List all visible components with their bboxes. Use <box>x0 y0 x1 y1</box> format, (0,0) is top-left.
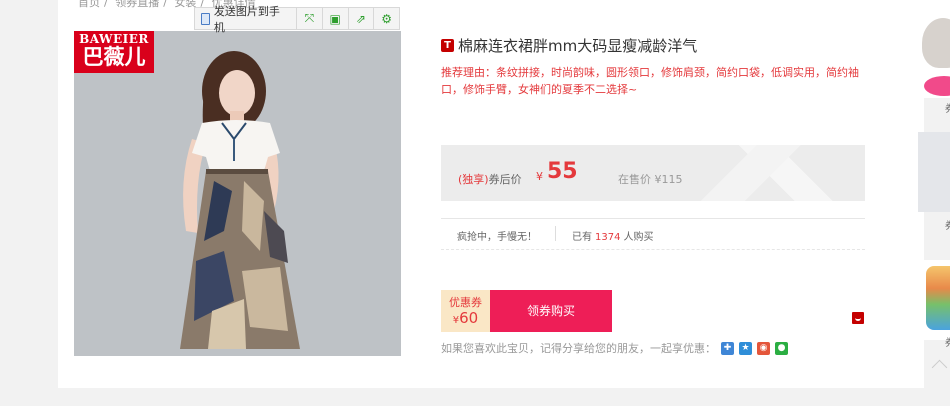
coupon-price: 55 <box>547 159 578 184</box>
breadcrumb-live[interactable]: 领券直播 <box>115 0 159 9</box>
brand-logo-cn: 巴薇儿 <box>82 45 146 69</box>
fullscreen-button[interactable]: ⤧ <box>297 8 323 29</box>
product-title[interactable]: T 棉麻连衣裙胖mm大码显瘦减龄洋气 <box>441 35 697 56</box>
fullscreen-icon: ⤧ <box>304 11 315 25</box>
bag-icon[interactable] <box>852 312 864 324</box>
tmall-badge-icon: T <box>441 39 454 52</box>
share-text: 如果您喜欢此宝贝，记得分享给您的朋友，一起享优惠： <box>441 342 716 355</box>
original-price: ¥115 <box>654 173 683 186</box>
sales-prefix: 已有 <box>572 232 592 243</box>
get-coupon-buy-button[interactable]: 领券购买 <box>490 290 612 332</box>
side-thumb-hat[interactable] <box>918 0 950 98</box>
product-title-text[interactable]: 棉麻连衣裙胖mm大码显瘦减龄洋气 <box>458 35 697 56</box>
tencent-weibo-icon[interactable]: ◉ <box>757 341 770 355</box>
coupon-value: 60 <box>459 309 479 327</box>
side-thumb-toy[interactable] <box>918 260 950 340</box>
recommend-reason: 推荐理由：条纹拼接，时尚韵味，圆形领口，修饰肩颈，简约口袋，低调实用，简约袖口，… <box>441 66 859 96</box>
exclusive-tag: (独享) <box>458 173 489 186</box>
send-to-phone-label: 发送图片到手机 <box>213 4 280 34</box>
coupon-badge[interactable]: 优惠券 ¥60 <box>441 290 490 332</box>
price-currency: ¥ <box>536 170 543 183</box>
save-icon: ▣ <box>329 11 341 26</box>
side-thumb-product[interactable] <box>918 132 950 212</box>
phone-icon <box>201 12 210 25</box>
share-out-icon: ⇗ <box>355 11 366 26</box>
price-panel: (独享)券后价 ¥ 55 在售价 ¥115 <box>441 145 865 201</box>
image-toolbar: 发送图片到手机 ⤧ ▣ ⇗ ⚙ <box>194 5 400 34</box>
qzone-icon[interactable]: ✚ <box>721 341 734 355</box>
weibo-icon[interactable]: ★ <box>739 341 752 355</box>
side-thumb-tag: 券 <box>945 334 950 349</box>
send-to-phone-button[interactable]: 发送图片到手机 <box>195 5 298 34</box>
after-coupon-label: 券后价 <box>488 173 522 186</box>
brand-logo: BAWEIER 巴薇儿 <box>74 31 154 73</box>
wechat-icon[interactable]: ● <box>775 341 788 355</box>
coupon-label: 优惠券 <box>449 296 482 309</box>
scroll-up-icon[interactable] <box>931 359 948 376</box>
product-image[interactable] <box>74 31 401 356</box>
share-out-button[interactable]: ⇗ <box>349 8 375 29</box>
sales-count: 1374 <box>595 232 621 243</box>
share-bar: 如果您喜欢此宝贝，记得分享给您的朋友，一起享优惠： ✚ ★ ◉ ● <box>441 340 788 356</box>
rush-hint: 疯抢中，手慢无！ <box>457 232 537 243</box>
sales-info: 疯抢中，手慢无！ 已有 1374 人购买 <box>441 218 865 250</box>
save-image-button[interactable]: ▣ <box>323 8 349 29</box>
original-price-label: 在售价 <box>618 173 651 186</box>
settings-icon: ⚙ <box>381 11 392 26</box>
model-illustration <box>74 31 401 356</box>
side-thumb-tag: 券 <box>945 217 950 232</box>
breadcrumb-home[interactable]: 首页 <box>78 0 100 9</box>
side-thumb-tag: 券 <box>945 100 950 115</box>
settings-button[interactable]: ⚙ <box>374 8 399 29</box>
sales-suffix: 人购买 <box>623 232 654 243</box>
brand-logo-en: BAWEIER <box>79 32 149 46</box>
divider <box>555 226 556 241</box>
